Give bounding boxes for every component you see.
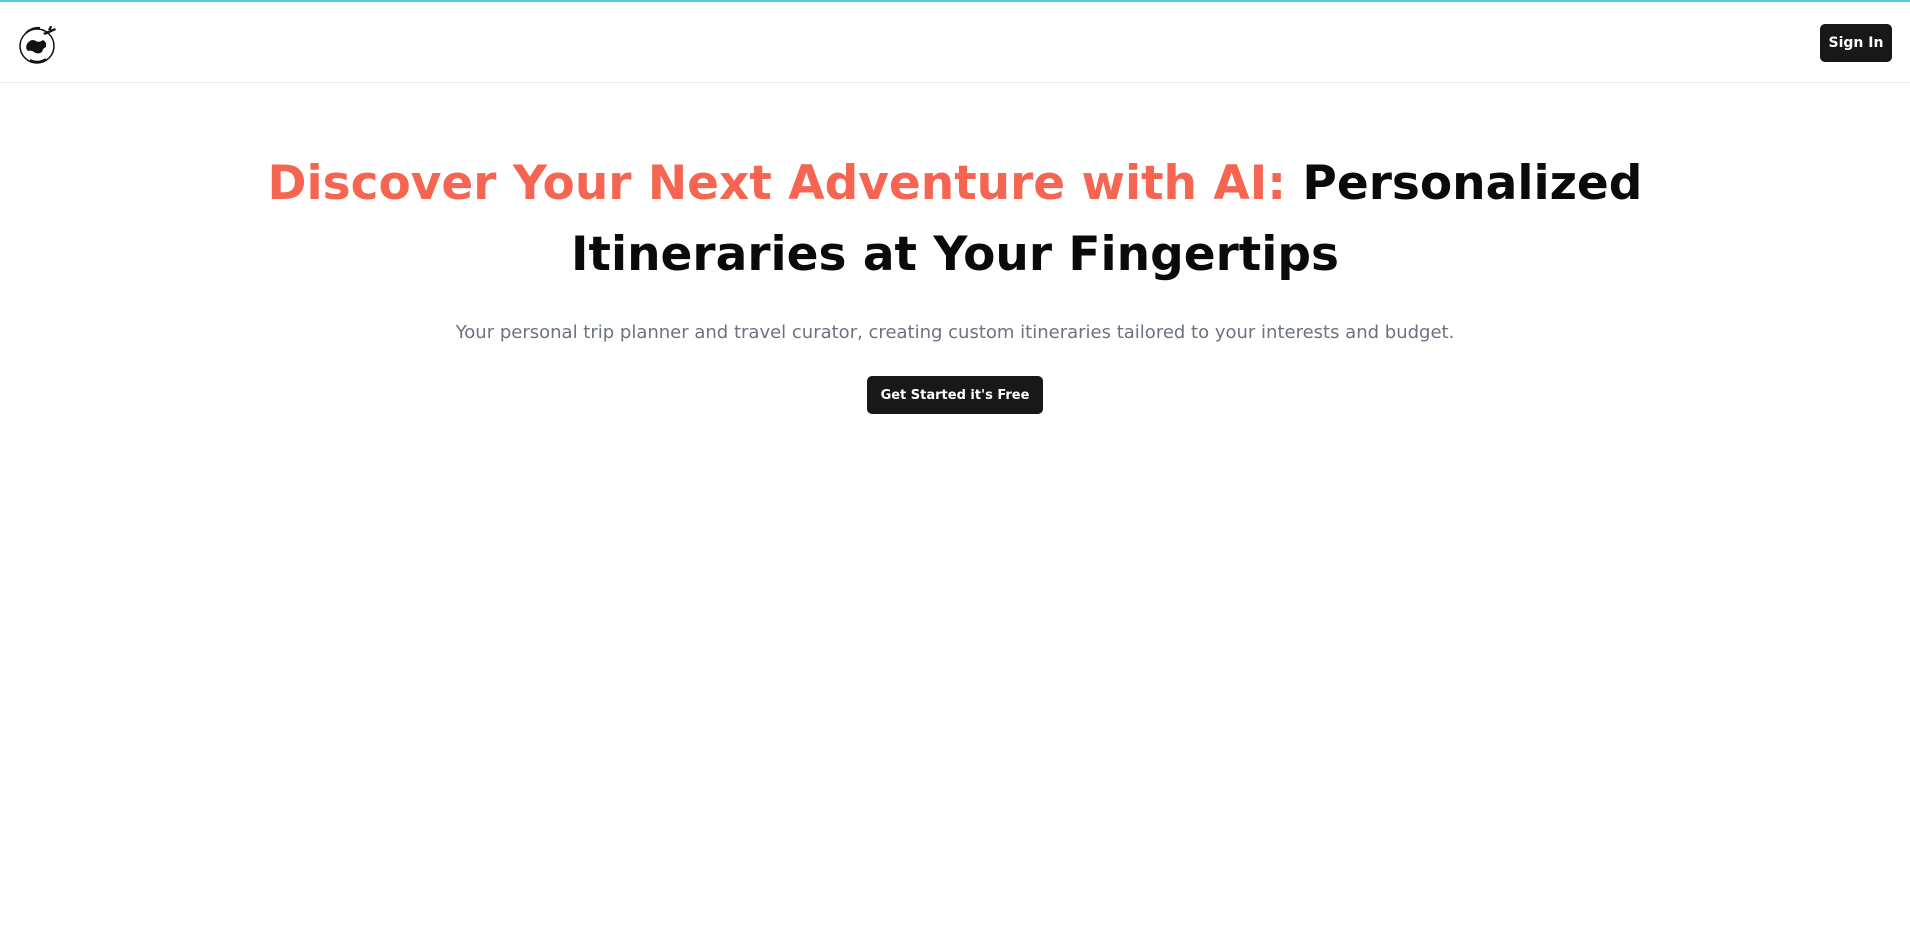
trip-next-logo-icon[interactable]	[17, 22, 61, 66]
sign-in-button[interactable]: Sign In	[1820, 24, 1892, 62]
hero-headline: Discover Your Next Adventure with AI: Pe…	[205, 148, 1705, 290]
get-started-button[interactable]: Get Started it's Free	[866, 376, 1044, 414]
hero-section: Discover Your Next Adventure with AI: Pe…	[0, 148, 1910, 414]
headline-accent-text: Discover Your Next Adventure with AI:	[267, 156, 1287, 211]
site-header: Sign In	[0, 2, 1910, 83]
hero-subtitle: Your personal trip planner and travel cu…	[455, 322, 1455, 343]
